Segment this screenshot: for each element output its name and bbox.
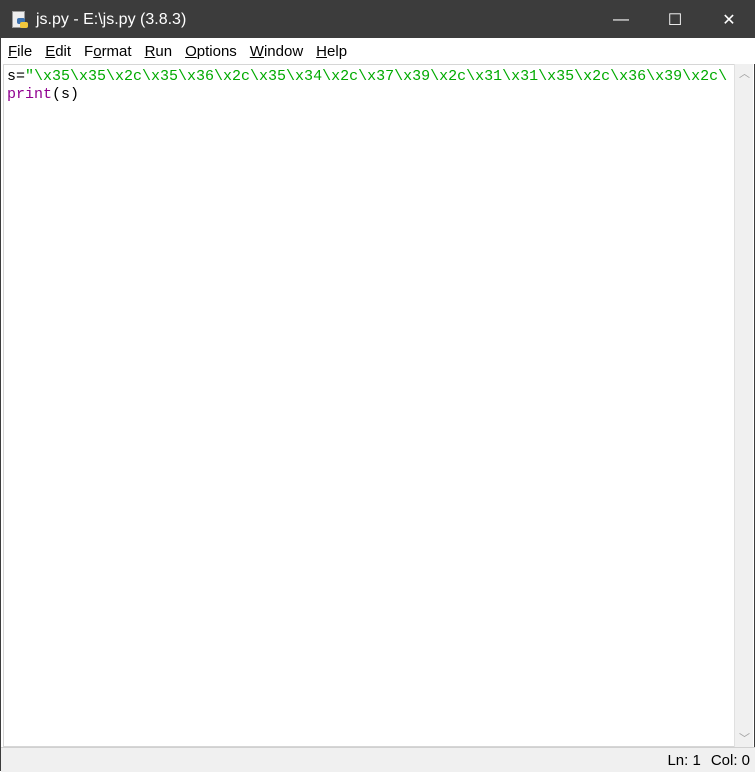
menu-options[interactable]: Options [178, 43, 243, 60]
menu-bar: File Edit Format Run Options Window Help [1, 38, 755, 64]
menu-file[interactable]: File [1, 43, 38, 60]
code-line-1: s="\x35\x35\x2c\x35\x36\x2c\x35\x34\x2c\… [7, 68, 728, 85]
column-number: Col: 0 [710, 751, 750, 769]
close-button[interactable]: ✕ [702, 1, 755, 38]
code-editor[interactable]: s="\x35\x35\x2c\x35\x36\x2c\x35\x34\x2c\… [3, 64, 734, 747]
python-file-icon [11, 10, 29, 29]
scroll-up-icon[interactable]: ︿ [735, 64, 754, 82]
menu-edit[interactable]: Edit [38, 43, 77, 60]
menu-run[interactable]: Run [138, 43, 179, 60]
minimize-button[interactable]: — [594, 1, 648, 38]
status-bar: Ln: 1 Col: 0 [1, 747, 755, 772]
code-line-2: print(s) [7, 86, 80, 103]
scroll-down-icon[interactable]: ﹀ [735, 729, 754, 747]
line-number: Ln: 1 [667, 751, 701, 769]
vertical-scrollbar[interactable]: ︿ ﹀ [734, 64, 753, 747]
maximize-button[interactable]: ☐ [648, 1, 702, 38]
menu-help[interactable]: Help [309, 43, 353, 60]
menu-format[interactable]: Format [77, 43, 138, 60]
window-title: js.py - E:\js.py (3.8.3) [36, 10, 187, 28]
menu-window[interactable]: Window [243, 43, 309, 60]
title-bar: js.py - E:\js.py (3.8.3) — ☐ ✕ [1, 1, 755, 38]
